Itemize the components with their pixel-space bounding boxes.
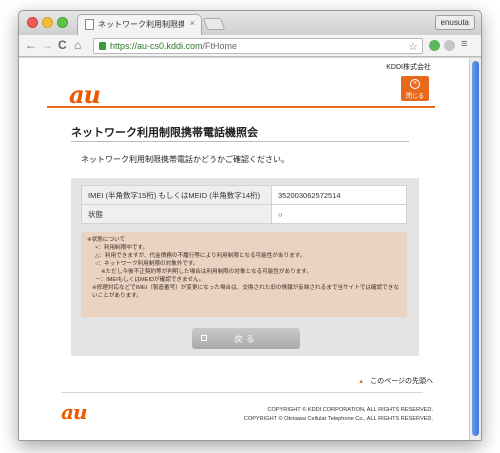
- imei-value: 352003062572514: [271, 185, 407, 205]
- address-bar[interactable]: https://au-cs0.kddi.com/FtHome ☆: [93, 38, 423, 54]
- minimize-window-button[interactable]: [42, 17, 53, 28]
- notes-footnote: ※修理対応などでIMEI（製造番号）が変更になった場合は、交換された旧の情報が反…: [92, 285, 399, 299]
- close-icon: ×: [410, 79, 420, 89]
- page-top-link[interactable]: ▲ このページの先頭へ: [358, 376, 433, 386]
- scrollbar-thumb[interactable]: [472, 61, 479, 436]
- footer-au-logo: au: [61, 400, 87, 424]
- tab-bar: ネットワーク利用制限携帯電 × enusuta: [19, 11, 481, 35]
- extension-icon[interactable]: [429, 40, 440, 51]
- footer-divider: [61, 392, 423, 393]
- status-notes: ※状態について ×：利用制限中です。 △：利用できますが、代金債務の不履行等によ…: [81, 232, 407, 317]
- up-arrow-icon: ▲: [358, 379, 365, 385]
- notes-heading: ※状態について: [87, 237, 126, 243]
- copyright-kddi: COPYRIGHT © KDDI CORPORATION, ALL RIGHTS…: [267, 407, 433, 413]
- reload-icon[interactable]: C: [58, 38, 67, 52]
- company-name: KDDI株式会社: [386, 64, 431, 71]
- profile-badge[interactable]: enusuta: [434, 15, 475, 30]
- page-title: ネットワーク利用制限携帯電話機照会: [71, 127, 258, 139]
- browser-tab[interactable]: ネットワーク利用制限携帯電 ×: [77, 14, 202, 35]
- extension-puzzle-icon[interactable]: [444, 40, 455, 51]
- maximize-window-button[interactable]: [57, 17, 68, 28]
- page-content: KDDI株式会社 au × 閉じる ネットワーク利用制限携帯電話機照会 ネットワ…: [47, 58, 435, 440]
- status-value: ○: [271, 204, 407, 224]
- note-item: △：利用できますが、代金債務の不履行等により利用制限となる可能性があります。: [95, 253, 306, 259]
- page-icon: [85, 19, 94, 30]
- menu-icon[interactable]: ≡: [461, 38, 467, 50]
- copyright-okinawa: COPYRIGHT © Okinawa Cellular Telephone C…: [243, 416, 433, 422]
- au-logo: au: [69, 80, 101, 109]
- page-top-label: このページの先頭へ: [370, 378, 433, 385]
- imei-label: IMEI (半角数字15桁) もしくはMEID (半角数字14桁): [81, 185, 272, 205]
- url-text: https://au-cs0.kddi.com/FtHome: [110, 41, 238, 51]
- forward-arrow-icon[interactable]: →: [41, 38, 53, 52]
- tab-close-icon[interactable]: ×: [190, 18, 195, 28]
- back-button[interactable]: 戻る: [192, 328, 300, 349]
- result-panel: IMEI (半角数字15桁) もしくはMEID (半角数字14桁) 352003…: [71, 178, 419, 356]
- note-item: ○：ネットワーク利用制限の対象外です。: [95, 261, 199, 267]
- new-tab-button[interactable]: [202, 18, 226, 30]
- close-label: 閉じる: [405, 94, 424, 100]
- close-button[interactable]: × 閉じる: [401, 76, 429, 101]
- header-divider: [47, 106, 435, 108]
- tab-title: ネットワーク利用制限携帯電: [98, 20, 184, 29]
- note-item: ×：利用制限中です。: [95, 245, 149, 251]
- intro-text: ネットワーク利用制限携帯電話かどうかご確認ください。: [81, 155, 289, 164]
- close-window-button[interactable]: [27, 17, 38, 28]
- lock-icon: [99, 42, 106, 50]
- bookmark-star-icon[interactable]: ☆: [408, 40, 418, 53]
- table-row: IMEI (半角数字15桁) もしくはMEID (半角数字14桁) 352003…: [81, 185, 407, 205]
- status-label: 状態: [81, 204, 272, 224]
- back-button-label: 戻る: [234, 334, 258, 344]
- note-item: －：IMEIもしくはMEIDが確認できません。: [95, 277, 205, 283]
- home-icon[interactable]: ⌂: [74, 38, 81, 52]
- page-viewport: KDDI株式会社 au × 閉じる ネットワーク利用制限携帯電話機照会 ネットワ…: [19, 58, 471, 440]
- result-table: IMEI (半角数字15桁) もしくはMEID (半角数字14桁) 352003…: [81, 185, 407, 224]
- browser-toolbar: ← → C ⌂ https://au-cs0.kddi.com/FtHome ☆…: [19, 35, 481, 57]
- browser-window: ネットワーク利用制限携帯電 × enusuta ← → C ⌂ https://…: [18, 10, 482, 441]
- vertical-scrollbar[interactable]: [469, 58, 481, 440]
- note-item: ※ただし今後不正契約等が判明した場合は利用制限の対象となる可能性があります。: [101, 269, 312, 275]
- table-row: 状態 ○: [81, 204, 407, 224]
- title-divider: [71, 141, 409, 142]
- back-arrow-icon[interactable]: ←: [25, 38, 37, 52]
